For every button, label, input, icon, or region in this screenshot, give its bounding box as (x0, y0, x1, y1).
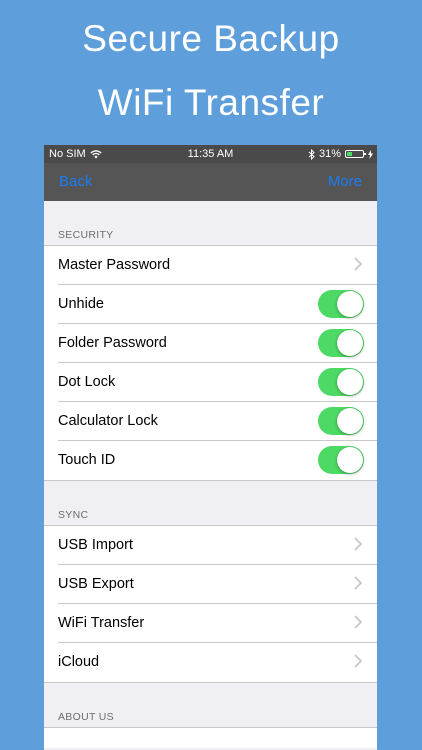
chevron-right-icon (354, 615, 363, 629)
row-wifi-transfer[interactable]: WiFi Transfer (58, 604, 377, 643)
status-bar: No SIM 11:35 AM 31% (44, 145, 377, 163)
navigation-bar: Back More (44, 163, 377, 201)
row-label: WiFi Transfer (58, 615, 145, 631)
battery-icon (345, 150, 366, 158)
row-label: USB Import (58, 537, 133, 553)
promo-title-line2: WiFi Transfer (97, 82, 325, 123)
chevron-right-icon (354, 654, 363, 668)
section-group: Master Password Unhide Folder Password Dot … (44, 245, 377, 481)
row-icloud[interactable]: iCloud (58, 643, 377, 682)
toggle-knob (337, 408, 363, 434)
toggle-knob (337, 330, 363, 356)
battery-percent: 31% (318, 148, 341, 160)
row-label: Touch ID (58, 452, 116, 468)
promo-title-line1: Secure Backup (82, 18, 340, 59)
chevron-right-icon (354, 257, 363, 271)
row-touch-id[interactable]: Touch ID (58, 441, 377, 480)
row-label: USB Export (58, 576, 134, 592)
row-label: Calculator Lock (58, 413, 158, 429)
toggle-knob (337, 369, 363, 395)
row-unhide[interactable]: Unhide (58, 285, 377, 324)
settings-list: SECURITY Master Password Unhide Folder Pass… (44, 201, 377, 748)
toggle-knob (337, 291, 363, 317)
section-group: USB Import USB Export WiFi Transfer iCloud (44, 525, 377, 683)
row-calculator-lock[interactable]: Calculator Lock (58, 402, 377, 441)
section-header-security: SECURITY (58, 229, 114, 241)
toggle-switch[interactable] (318, 407, 364, 435)
charging-icon (368, 149, 373, 159)
toggle-knob (337, 447, 363, 473)
chevron-right-icon (354, 576, 363, 590)
bluetooth-icon (308, 148, 315, 160)
row-usb-export[interactable]: USB Export (58, 565, 377, 604)
row-label: Dot Lock (58, 374, 116, 390)
phone-screen: No SIM 11:35 AM 31% Back More SECURITY Ma… (44, 145, 377, 750)
section-header-sync: SYNC (58, 509, 89, 521)
section-header-about-us: ABOUT US (58, 711, 114, 723)
row-label: Unhide (58, 296, 104, 312)
row-folder-password[interactable]: Folder Password (58, 324, 377, 363)
more-button[interactable]: More (328, 173, 362, 190)
row-dot-lock[interactable]: Dot Lock (58, 363, 377, 402)
toggle-switch[interactable] (318, 446, 364, 474)
row-label: iCloud (58, 654, 100, 670)
toggle-switch[interactable] (318, 368, 364, 396)
row-master-password[interactable]: Master Password (58, 246, 377, 285)
row-usb-import[interactable]: USB Import (58, 526, 377, 565)
toggle-switch[interactable] (318, 329, 364, 357)
row-label: Master Password (58, 257, 171, 273)
row-label: Folder Password (58, 335, 167, 351)
back-button[interactable]: Back (59, 173, 92, 190)
section-group (44, 727, 377, 748)
chevron-right-icon (354, 537, 363, 551)
toggle-switch[interactable] (318, 290, 364, 318)
